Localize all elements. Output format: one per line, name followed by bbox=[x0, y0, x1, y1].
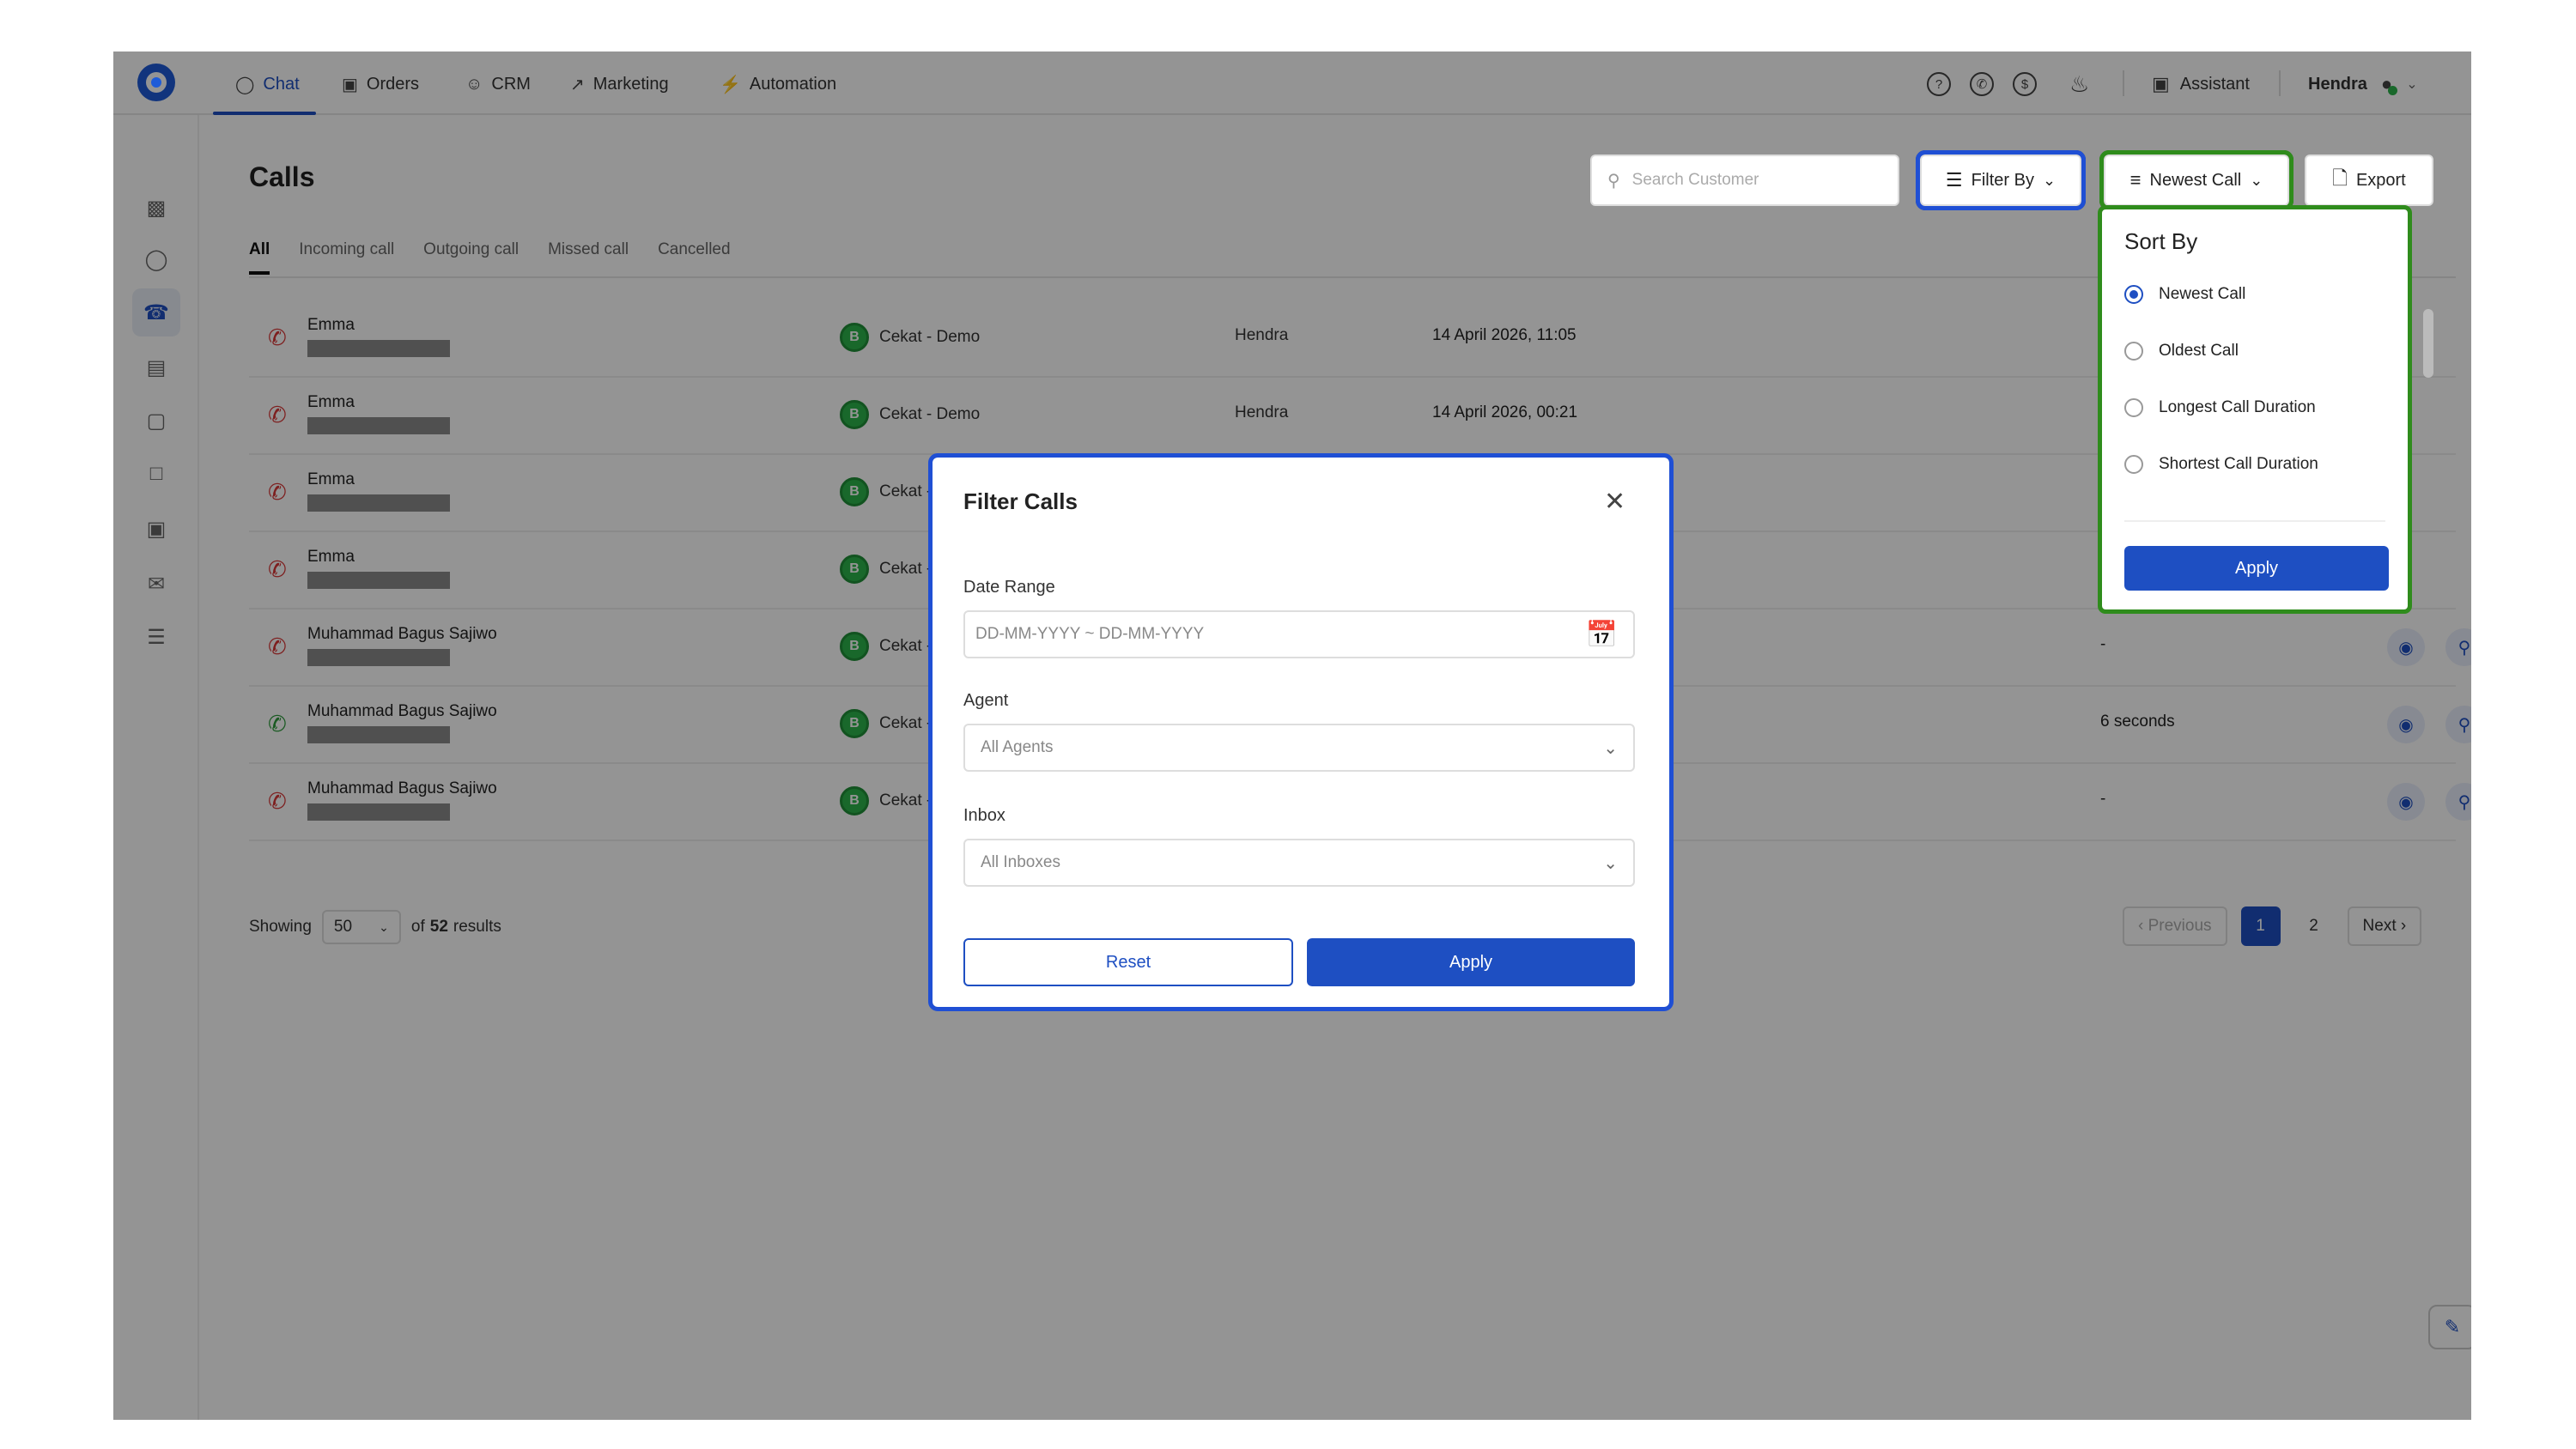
sort-apply-button[interactable]: Apply bbox=[2124, 546, 2389, 591]
date-range-placeholder: DD-MM-YYYY ~ DD-MM-YYYY bbox=[975, 625, 1205, 643]
search-input[interactable] bbox=[1631, 171, 1881, 190]
chevron-down-icon: ⌄ bbox=[2250, 171, 2263, 189]
radio-unselected[interactable] bbox=[2124, 398, 2143, 417]
sort-option-label: Shortest Call Duration bbox=[2159, 455, 2318, 473]
apply-button[interactable]: Apply bbox=[1307, 938, 1635, 986]
app-window: ◯ Chat ▣ Orders ☺ CRM ↗ Marketing ⚡ Auto… bbox=[113, 52, 2471, 1420]
sort-option-longest-duration[interactable]: Longest Call Duration bbox=[2124, 398, 2316, 417]
sort-option-label: Longest Call Duration bbox=[2159, 398, 2316, 416]
scrollbar-thumb[interactable] bbox=[2423, 309, 2433, 378]
chevron-down-icon: ⌄ bbox=[1603, 853, 1618, 873]
sort-option-label: Oldest Call bbox=[2159, 342, 2239, 360]
sort-lines-icon: ≡ bbox=[2129, 169, 2142, 191]
date-range-field[interactable]: DD-MM-YYYY ~ DD-MM-YYYY 📅 bbox=[963, 610, 1635, 658]
search-icon: ⚲ bbox=[1607, 171, 1620, 191]
sort-label: Newest Call bbox=[2149, 170, 2242, 190]
sort-option-newest-call[interactable]: Newest Call bbox=[2124, 285, 2245, 304]
filter-by-label: Filter By bbox=[1971, 170, 2034, 190]
calendar-icon: 📅 bbox=[1585, 620, 1618, 649]
search-customer-box[interactable]: ⚲ bbox=[1590, 155, 1899, 206]
radio-unselected[interactable] bbox=[2124, 342, 2143, 361]
file-export-icon: 🗋 bbox=[2332, 167, 2348, 189]
sliders-icon: ☰ bbox=[1945, 169, 1963, 191]
sort-dropdown-button[interactable]: ≡ Newest Call ⌄ bbox=[2099, 150, 2293, 210]
filter-calls-modal: Filter Calls ✕ Date Range DD-MM-YYYY ~ D… bbox=[928, 453, 1674, 1011]
inbox-label: Inbox bbox=[963, 806, 1005, 825]
agent-value: All Agents bbox=[981, 738, 1054, 756]
radio-unselected[interactable] bbox=[2124, 455, 2143, 474]
sort-option-label: Newest Call bbox=[2159, 285, 2246, 303]
date-range-label: Date Range bbox=[963, 578, 1055, 597]
chevron-down-icon: ⌄ bbox=[2042, 171, 2057, 189]
export-label: Export bbox=[2355, 170, 2406, 190]
close-icon[interactable]: ✕ bbox=[1604, 487, 1625, 517]
agent-select[interactable]: All Agents ⌄ bbox=[963, 724, 1635, 772]
radio-selected[interactable] bbox=[2124, 285, 2143, 304]
export-button[interactable]: 🗋 Export bbox=[2305, 155, 2433, 206]
sort-by-panel: Sort By Newest Call Oldest Call Longest … bbox=[2098, 205, 2412, 614]
sort-option-shortest-duration[interactable]: Shortest Call Duration bbox=[2124, 455, 2318, 474]
filter-by-button[interactable]: ☰ Filter By ⌄ bbox=[1916, 150, 2086, 210]
chevron-down-icon: ⌄ bbox=[1603, 738, 1618, 758]
modal-title: Filter Calls bbox=[963, 488, 1078, 514]
inbox-select[interactable]: All Inboxes ⌄ bbox=[963, 839, 1635, 887]
reset-button[interactable]: Reset bbox=[963, 938, 1293, 986]
divider bbox=[2124, 520, 2385, 522]
inbox-value: All Inboxes bbox=[981, 853, 1060, 871]
sort-by-title: Sort By bbox=[2124, 228, 2198, 254]
sort-option-oldest-call[interactable]: Oldest Call bbox=[2124, 342, 2239, 361]
agent-label: Agent bbox=[963, 691, 1009, 710]
